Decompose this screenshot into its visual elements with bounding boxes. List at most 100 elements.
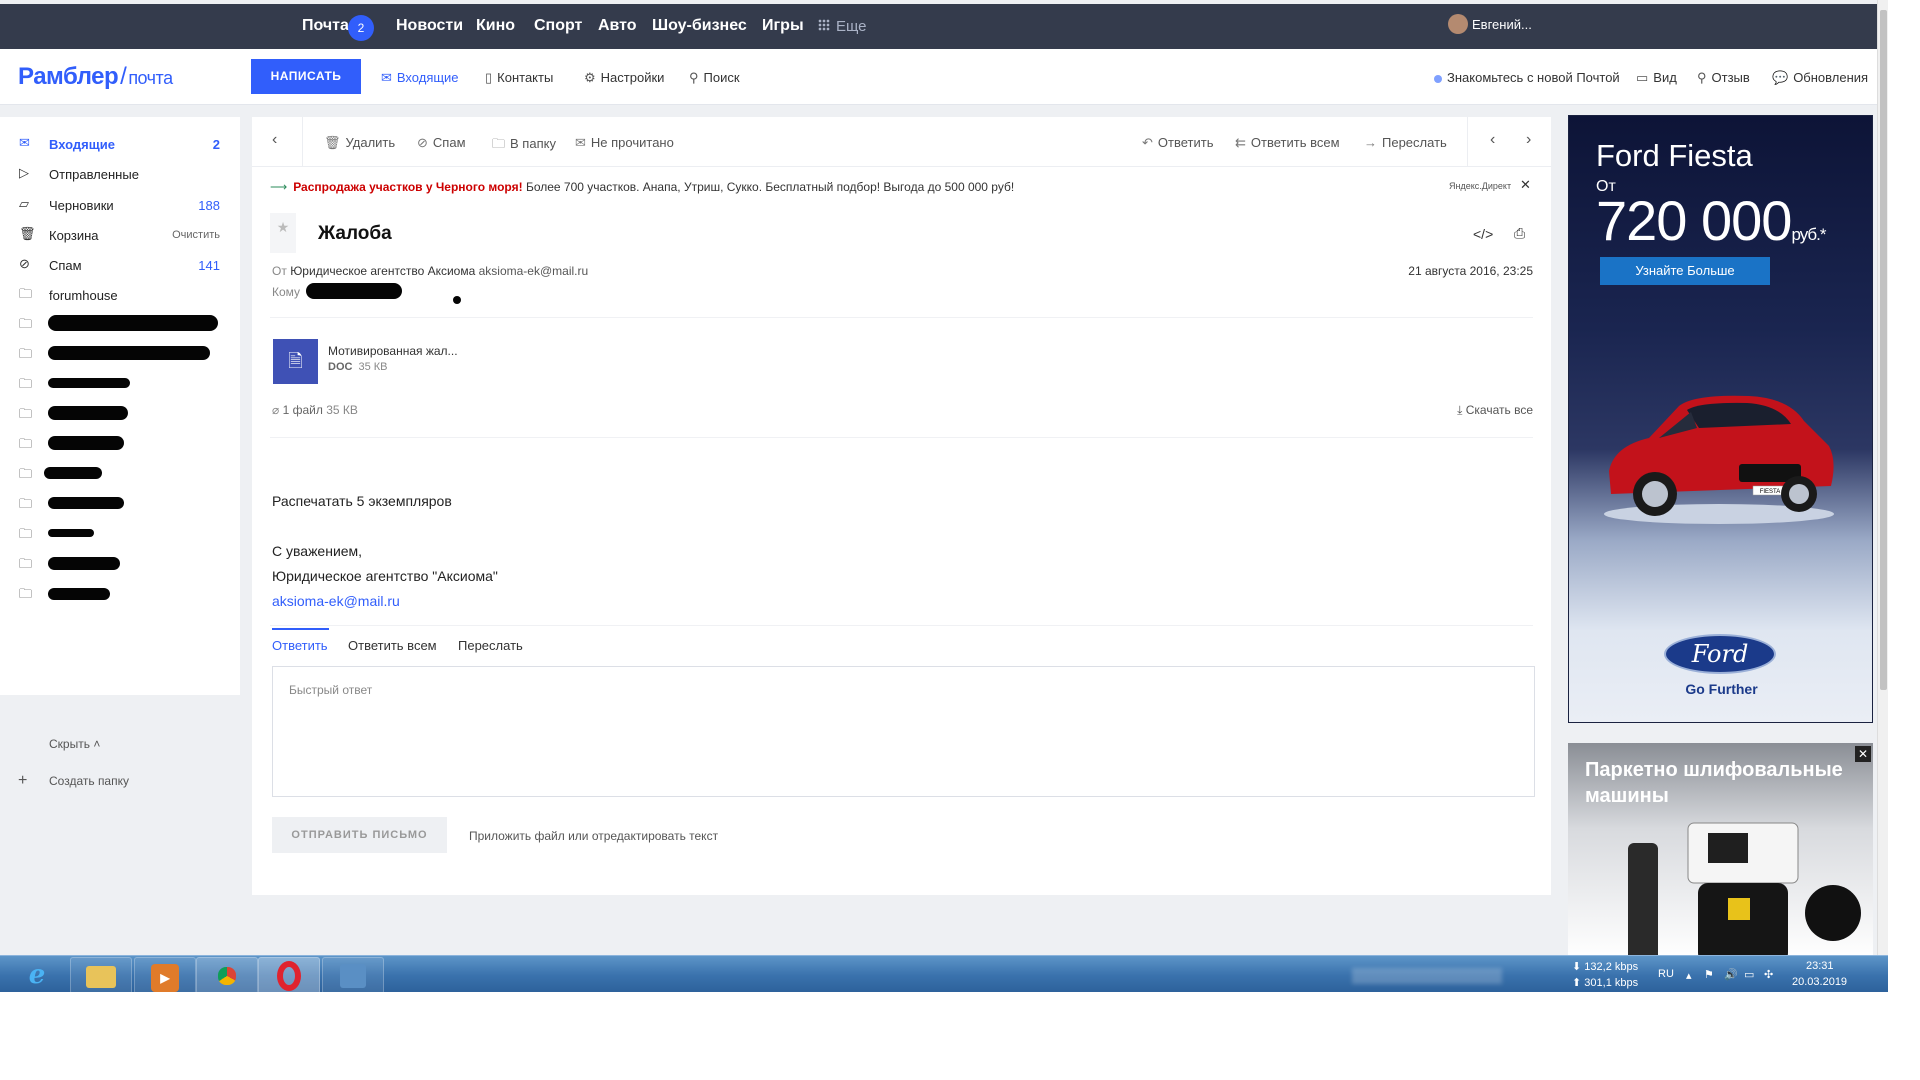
learn-more-button[interactable]: Узнайте Больше: [1600, 257, 1770, 285]
nav-mail[interactable]: Почта: [302, 17, 349, 35]
quick-reply-textarea[interactable]: Быстрый ответ: [272, 666, 1535, 797]
tab-reply-all[interactable]: Ответить всем: [348, 638, 437, 653]
action-center-icon[interactable]: ⚑: [1704, 968, 1714, 981]
paperclip-icon: ⌀: [272, 403, 280, 417]
folder-icon: 🗀: [19, 556, 33, 571]
close-icon[interactable]: ✕: [1855, 746, 1871, 762]
attachment-name[interactable]: Мотивированная жал...: [328, 344, 458, 358]
chevron-up-icon: ˄: [93, 737, 101, 751]
nav-news[interactable]: Новости: [396, 17, 463, 35]
envelope-icon: ✉: [575, 135, 586, 150]
feedback-link[interactable]: ⚲ Отзыв: [1697, 70, 1750, 86]
network-icon[interactable]: ▭: [1744, 968, 1754, 981]
attachments-summary: ⌀ 1 файл 35 КВ: [272, 403, 358, 417]
view-menu[interactable]: ▭ Вид: [1636, 70, 1677, 86]
star-icon[interactable]: ★: [270, 213, 296, 253]
redaction-mark: [306, 283, 402, 299]
media-player-icon[interactable]: ▶: [134, 957, 196, 992]
next-message-icon[interactable]: ›: [1526, 131, 1531, 149]
tray-app-icon[interactable]: ✣: [1764, 968, 1773, 981]
updates-link[interactable]: 💬 Обновления: [1772, 70, 1868, 86]
header-search[interactable]: ⚲ Поиск: [689, 70, 740, 86]
close-icon[interactable]: ✕: [1520, 177, 1531, 193]
sidebar-item-forumhouse[interactable]: 🗀 forumhouse: [0, 280, 240, 310]
nav-sport[interactable]: Спорт: [534, 17, 582, 35]
plus-icon: +: [18, 772, 28, 789]
reply-button[interactable]: ↶ Ответить: [1142, 135, 1213, 151]
compose-button[interactable]: НАПИСАТЬ: [251, 59, 361, 94]
header-contacts[interactable]: ▯ Контакты: [485, 70, 553, 86]
sidebar-item-redacted[interactable]: 🗀: [0, 400, 240, 430]
source-code-icon[interactable]: </>: [1473, 226, 1493, 242]
nav-more[interactable]: Еще: [818, 18, 867, 35]
sidebar-item-redacted[interactable]: 🗀: [0, 460, 240, 490]
signature-email-link[interactable]: aksioma-ek@mail.ru: [272, 593, 400, 609]
scrollbar-thumb[interactable]: [1880, 10, 1887, 690]
previous-message-icon[interactable]: ‹: [1490, 131, 1495, 149]
reply-all-button[interactable]: ⇇ Ответить всем: [1235, 135, 1340, 151]
redaction-mark: [48, 529, 94, 537]
sidebar-item-drafts[interactable]: ▱ Черновики 188: [0, 190, 240, 220]
header-settings[interactable]: ⚙ Настройки: [584, 70, 664, 86]
folder-icon: 🗀: [19, 586, 33, 601]
print-icon[interactable]: ⎙: [1514, 225, 1525, 242]
nav-cinema[interactable]: Кино: [476, 17, 515, 35]
hide-folders-link[interactable]: Скрыть ˄: [49, 737, 100, 751]
view-icon: ▭: [1636, 70, 1649, 85]
nav-showbiz[interactable]: Шоу-бизнес: [652, 17, 747, 35]
mark-unread-button[interactable]: ✉ Не прочитано: [575, 135, 674, 151]
empty-trash-button[interactable]: Очистить: [172, 229, 220, 241]
nav-auto[interactable]: Авто: [598, 17, 637, 35]
tab-reply[interactable]: Ответить: [272, 638, 328, 653]
new-mail-link[interactable]: Знакомьтесь с новой Почтой: [1434, 70, 1620, 85]
ford-banner-ad[interactable]: Ford Fiesta От 720 000руб.* Узнайте Боль…: [1568, 115, 1873, 723]
show-hidden-icons-icon[interactable]: ▴: [1686, 969, 1692, 982]
control-panel-icon[interactable]: [322, 957, 384, 992]
parquet-banner-ad[interactable]: Паркетно шлифовальные машины ✕: [1568, 743, 1873, 958]
delete-button[interactable]: 🗑 Удалить: [324, 135, 395, 151]
sidebar-item-redacted[interactable]: 🗀: [0, 310, 240, 340]
back-arrow-icon[interactable]: ‹: [272, 131, 277, 149]
move-to-folder-button[interactable]: 🗀 В папку: [492, 135, 556, 157]
forward-button[interactable]: → Переслать: [1364, 135, 1447, 150]
sidebar-item-inbox[interactable]: ✉ Входящие 2: [0, 129, 240, 159]
sidebar-item-redacted[interactable]: 🗀: [0, 370, 240, 400]
attach-or-edit-link[interactable]: Приложить файл или отредактировать текст: [469, 829, 718, 843]
mail-unread-badge: 2: [348, 15, 374, 41]
rambler-logo[interactable]: Рамблер/почта: [18, 63, 173, 91]
message-to: Кому: [272, 283, 461, 304]
user-menu[interactable]: Евгений...: [1448, 14, 1532, 34]
language-indicator[interactable]: RU: [1658, 968, 1674, 980]
nav-games[interactable]: Игры: [762, 17, 804, 35]
sidebar-item-redacted[interactable]: 🗀: [0, 580, 240, 610]
ad-text-strip[interactable]: ⟶ Распродажа участков у Черного моря! Бол…: [270, 180, 1014, 194]
chrome-icon[interactable]: [196, 957, 258, 992]
internet-explorer-icon[interactable]: e: [6, 957, 68, 992]
create-folder-link[interactable]: + Создать папку: [18, 772, 129, 790]
toolbar-divider: [302, 117, 303, 167]
file-explorer-icon[interactable]: [70, 957, 132, 992]
sidebar-item-sent[interactable]: ▷ Отправленные: [0, 159, 240, 189]
sidebar-item-redacted[interactable]: 🗀: [0, 490, 240, 520]
sidebar-item-redacted[interactable]: 🗀: [0, 520, 240, 550]
clock-date[interactable]: 20.03.2019: [1792, 976, 1847, 988]
sidebar-item-redacted[interactable]: 🗀: [0, 430, 240, 460]
sidebar-item-redacted[interactable]: 🗀: [0, 340, 240, 370]
sidebar-item-spam[interactable]: ⊘ Спам 141: [0, 250, 240, 280]
attachment-file-icon[interactable]: 🗎: [273, 339, 318, 384]
volume-icon[interactable]: 🔊: [1724, 968, 1738, 981]
ad-title: Паркетно шлифовальные машины: [1585, 759, 1843, 807]
send-icon: ▷: [19, 165, 29, 180]
sidebar-item-trash[interactable]: 🗑 Корзина Очистить: [0, 220, 240, 250]
clock-time[interactable]: 23:31: [1806, 960, 1834, 972]
header-inbox[interactable]: ✉ Входящие: [381, 70, 459, 86]
redaction-mark: [44, 467, 102, 479]
sidebar-item-redacted[interactable]: 🗀: [0, 550, 240, 580]
search-icon: ⚲: [689, 70, 699, 85]
page-scrollbar[interactable]: [1877, 0, 1888, 992]
download-all-button[interactable]: ⤓ Скачать все: [1457, 403, 1533, 418]
spam-button[interactable]: ⊘ Спам: [417, 135, 466, 151]
send-button[interactable]: ОТПРАВИТЬ ПИСЬМО: [272, 817, 447, 853]
opera-icon[interactable]: [258, 957, 320, 992]
tab-forward[interactable]: Переслать: [458, 638, 523, 653]
